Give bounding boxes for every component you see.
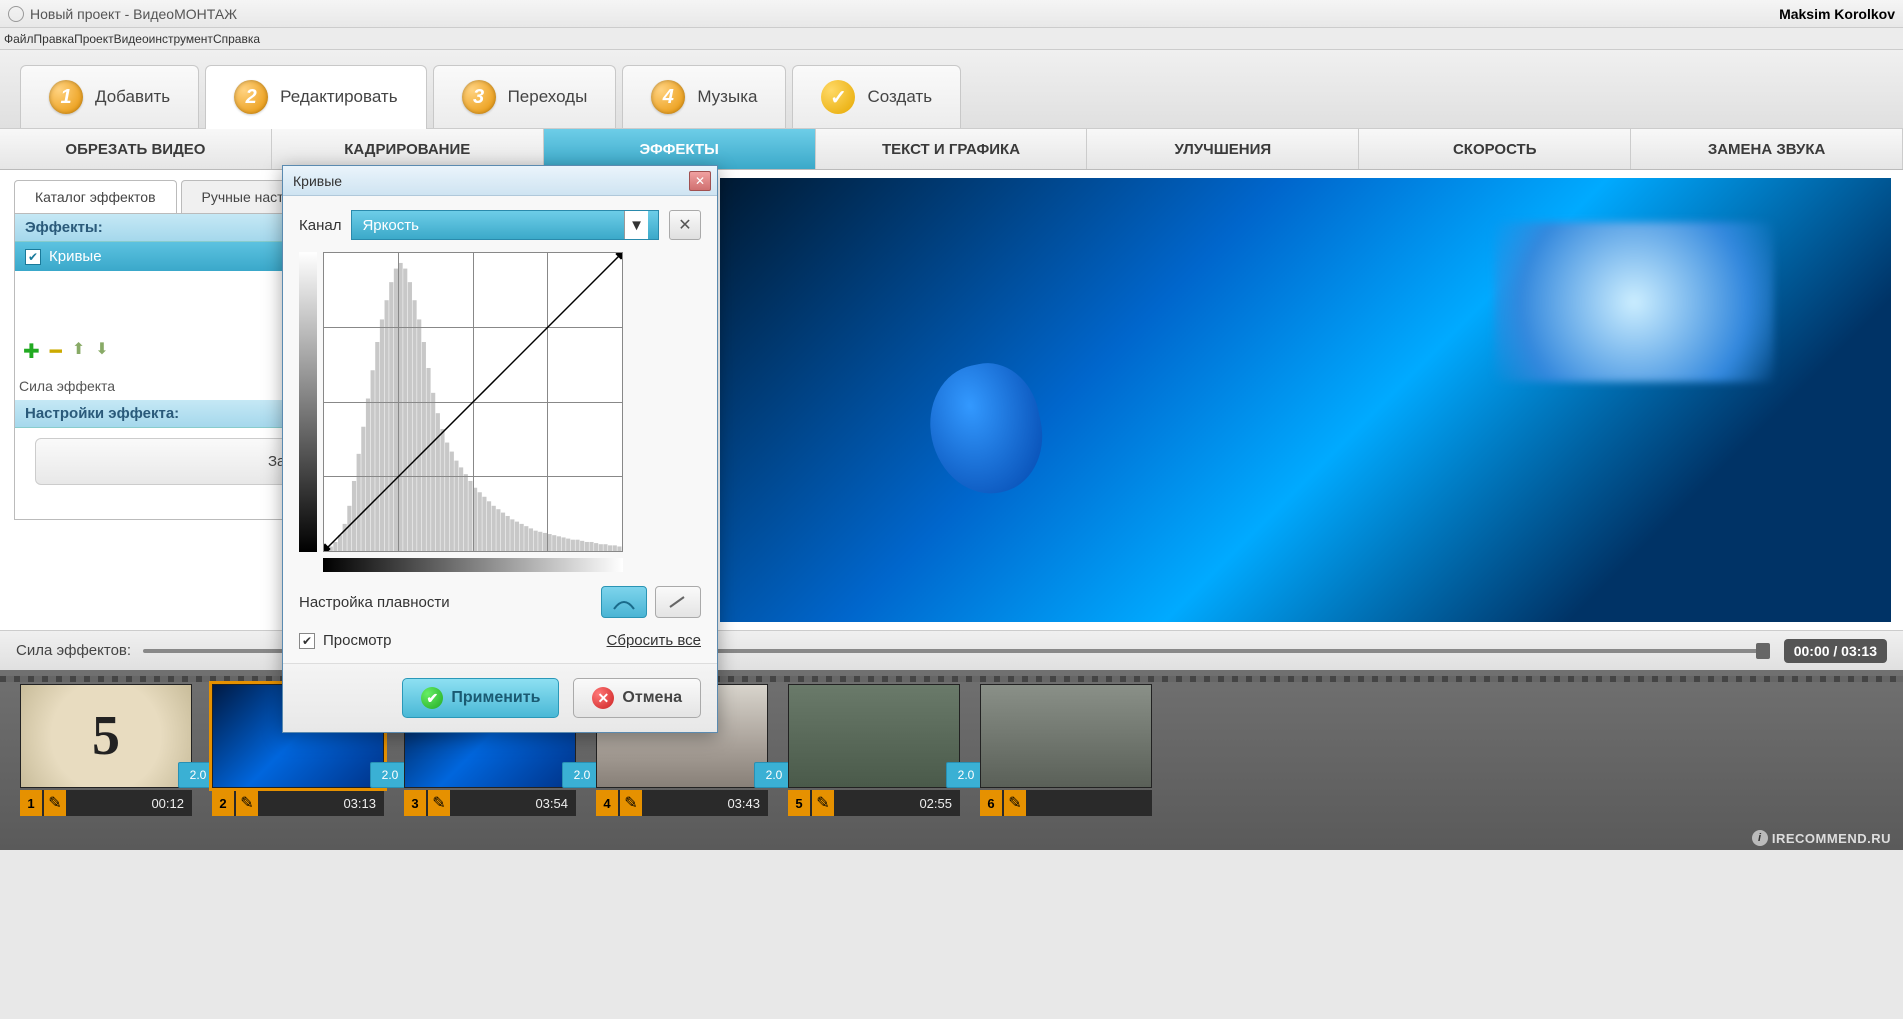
- clip-duration: 02:55: [834, 796, 960, 811]
- step-4-label: Музыка: [697, 87, 757, 107]
- subtab-audio[interactable]: ЗАМЕНА ЗВУКА: [1631, 129, 1903, 169]
- app-icon: [8, 6, 24, 22]
- timeline-clip-1[interactable]: 5 1✎00:12: [20, 684, 192, 836]
- channel-reset-button[interactable]: ✕: [669, 210, 701, 240]
- subtab-effects[interactable]: ЭФФЕКТЫ: [544, 129, 816, 169]
- clip-index: 6: [980, 790, 1002, 816]
- curves-editor[interactable]: [323, 252, 623, 552]
- step-3-icon: 3: [462, 80, 496, 114]
- smoothness-label: Настройка плавности: [299, 594, 593, 611]
- step-1-icon: 1: [49, 80, 83, 114]
- x-circle-icon: ✕: [592, 687, 614, 709]
- curve-smooth-icon: [612, 593, 636, 611]
- slider-thumb-icon[interactable]: [1756, 643, 1770, 659]
- clip-edit-icon[interactable]: ✎: [236, 790, 258, 816]
- menu-edit[interactable]: Правка: [34, 32, 75, 46]
- channel-select[interactable]: Яркость ▼: [351, 210, 659, 240]
- step-2-label: Редактировать: [280, 87, 397, 107]
- clip-edit-icon[interactable]: ✎: [1004, 790, 1026, 816]
- effect-item-label: Кривые: [49, 248, 102, 265]
- title-bar: Новый проект - ВидеоМОНТАЖ Maksim Korolk…: [0, 0, 1903, 28]
- sub-tabs: ОБРЕЗАТЬ ВИДЕО КАДРИРОВАНИЕ ЭФФЕКТЫ ТЕКС…: [0, 128, 1903, 170]
- step-4-icon: 4: [651, 80, 685, 114]
- apply-button[interactable]: ✔Применить: [402, 678, 559, 718]
- remove-effect-icon[interactable]: ━: [50, 339, 62, 364]
- menu-videotool[interactable]: Видеоинструмент: [114, 32, 213, 46]
- channel-value: Яркость: [362, 217, 418, 234]
- timeline-clip-5[interactable]: 2.0 5✎02:55: [788, 684, 960, 836]
- menu-help[interactable]: Справка: [213, 32, 260, 46]
- clip-edit-icon[interactable]: ✎: [428, 790, 450, 816]
- video-frame: [720, 178, 1891, 622]
- cancel-button[interactable]: ✕Отмена: [573, 678, 701, 718]
- move-up-icon[interactable]: ⬆: [72, 339, 85, 364]
- add-effect-icon[interactable]: ✚: [23, 339, 40, 364]
- time-display: 00:00 / 03:13: [1784, 639, 1887, 663]
- video-preview: [720, 178, 1891, 622]
- step-edit[interactable]: 2 Редактировать: [205, 65, 426, 129]
- step-check-icon: ✓: [821, 80, 855, 114]
- curve-line[interactable]: [324, 253, 622, 551]
- clip-duration: 00:12: [66, 796, 192, 811]
- step-5-label: Создать: [867, 87, 932, 107]
- timeline-clip-6[interactable]: 2.0 6✎: [980, 684, 1152, 836]
- clip-index: 1: [20, 790, 42, 816]
- subtab-text[interactable]: ТЕКСТ И ГРАФИКА: [816, 129, 1088, 169]
- clip-index: 5: [788, 790, 810, 816]
- menu-bar: Файл Правка Проект Видеоинструмент Справ…: [0, 28, 1903, 50]
- channel-label: Канал: [299, 217, 341, 234]
- clip-index: 4: [596, 790, 618, 816]
- step-transitions[interactable]: 3 Переходы: [433, 65, 617, 128]
- clip-thumbnail: [980, 684, 1152, 788]
- linear-curve-button[interactable]: [655, 586, 701, 618]
- watermark-icon: i: [1752, 830, 1768, 846]
- watermark: iIRECOMMEND.RU: [1752, 830, 1891, 846]
- subtab-crop[interactable]: ОБРЕЗАТЬ ВИДЕО: [0, 129, 272, 169]
- pencil-icon: [666, 593, 690, 611]
- step-1-label: Добавить: [95, 87, 170, 107]
- clip-duration: 03:54: [450, 796, 576, 811]
- step-3-label: Переходы: [508, 87, 588, 107]
- reset-all-link[interactable]: Сбросить все: [607, 632, 701, 649]
- dialog-title-bar[interactable]: Кривые ✕: [283, 166, 717, 196]
- effects-catalog-tab[interactable]: Каталог эффектов: [14, 180, 177, 213]
- user-label: Maksim Korolkov: [1779, 6, 1895, 22]
- input-gradient: [323, 558, 623, 572]
- clip-thumbnail: 5: [20, 684, 192, 788]
- subtab-framing[interactable]: КАДРИРОВАНИЕ: [272, 129, 544, 169]
- clip-duration: 03:43: [642, 796, 768, 811]
- subtab-speed[interactable]: СКОРОСТЬ: [1359, 129, 1631, 169]
- clip-thumbnail: [788, 684, 960, 788]
- preview-label: Просмотр: [323, 632, 607, 649]
- dialog-close-icon[interactable]: ✕: [689, 171, 711, 191]
- step-music[interactable]: 4 Музыка: [622, 65, 786, 128]
- clip-edit-icon[interactable]: ✎: [44, 790, 66, 816]
- menu-file[interactable]: Файл: [4, 32, 34, 46]
- preview-checkbox[interactable]: ✔: [299, 633, 315, 649]
- step-create[interactable]: ✓ Создать: [792, 65, 961, 128]
- smooth-curve-button[interactable]: [601, 586, 647, 618]
- clip-index: 2: [212, 790, 234, 816]
- dropdown-caret-icon[interactable]: ▼: [624, 211, 648, 239]
- clip-edit-icon[interactable]: ✎: [812, 790, 834, 816]
- step-add[interactable]: 1 Добавить: [20, 65, 199, 128]
- step-tabs: 1 Добавить 2 Редактировать 3 Переходы 4 Музы…: [0, 50, 1903, 128]
- clip-duration: 03:13: [258, 796, 384, 811]
- output-gradient: [299, 252, 317, 552]
- subtab-enhance[interactable]: УЛУЧШЕНИЯ: [1087, 129, 1359, 169]
- strength-slider-label: Сила эффектов:: [16, 642, 131, 659]
- move-down-icon[interactable]: ⬇: [95, 339, 108, 364]
- clip-index: 3: [404, 790, 426, 816]
- clip-edit-icon[interactable]: ✎: [620, 790, 642, 816]
- check-circle-icon: ✔: [421, 687, 443, 709]
- effect-checkbox-icon[interactable]: ✔: [25, 249, 41, 265]
- menu-project[interactable]: Проект: [74, 32, 114, 46]
- curves-dialog: Кривые ✕ Канал Яркость ▼ ✕: [282, 165, 718, 733]
- window-title: Новый проект - ВидеоМОНТАЖ: [30, 6, 1779, 22]
- step-2-icon: 2: [234, 80, 268, 114]
- dialog-title: Кривые: [293, 173, 689, 189]
